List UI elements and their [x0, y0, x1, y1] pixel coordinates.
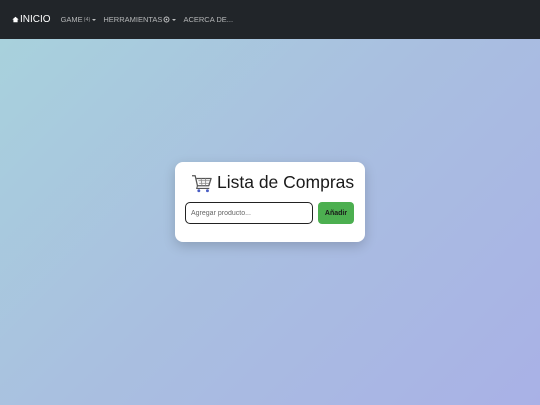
card-header: Lista de Compras	[191, 172, 354, 193]
nav-item-acerca-de-label: ACERCA DE...	[183, 15, 234, 24]
brand-home-link[interactable]: INICIO	[12, 14, 51, 25]
nav-item-game[interactable]: GAME (4)	[61, 15, 97, 24]
nav-item-herramientas-label: HERRAMIENTAS	[103, 15, 163, 24]
product-input[interactable]	[185, 202, 313, 224]
home-icon	[12, 16, 19, 23]
nav-item-acerca-de[interactable]: ACERCA DE...	[183, 15, 233, 24]
chevron-down-icon	[172, 18, 177, 21]
shopping-list-card: Lista de Compras Añadir	[175, 162, 365, 242]
shopping-cart-icon	[192, 174, 212, 192]
top-navbar: INICIO GAME (4) HERRAMIENTAS ACERCA DE..…	[0, 0, 540, 39]
page-title: Lista de Compras	[217, 172, 355, 192]
nav-item-herramientas[interactable]: HERRAMIENTAS	[103, 15, 177, 24]
tools-icon	[163, 16, 170, 23]
brand-label: INICIO	[20, 14, 51, 25]
chevron-down-icon	[92, 18, 97, 21]
add-product-button[interactable]: Añadir	[318, 202, 354, 224]
nav-item-game-count: (4)	[83, 16, 91, 23]
nav-item-game-label: GAME	[60, 15, 83, 24]
